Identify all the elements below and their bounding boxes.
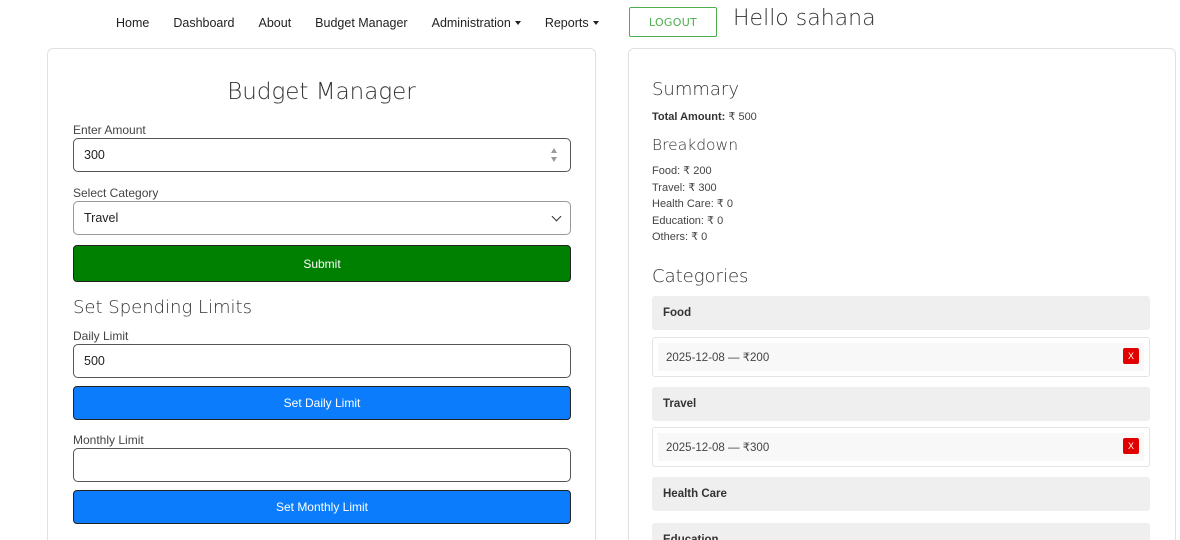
- logout-button[interactable]: LOGOUT: [629, 7, 717, 37]
- total-amount-value: ₹ 500: [728, 111, 757, 123]
- monthly-limit-input[interactable]: [73, 448, 571, 482]
- entry-text: 2025-12-08 — ₹200: [658, 343, 1144, 371]
- category-entry-food: 2025-12-08 — ₹200 X: [652, 337, 1150, 377]
- total-amount-label: Total Amount:: [652, 111, 726, 123]
- caret-down-icon: [592, 21, 599, 25]
- nav-reports-dropdown[interactable]: Reports: [545, 16, 599, 30]
- monthly-limit-label: Monthly Limit: [73, 433, 144, 447]
- nav-administration-label: Administration: [431, 16, 511, 30]
- user-greeting: Hello sahana: [733, 6, 876, 31]
- chevron-down-icon: [551, 211, 562, 222]
- amount-input[interactable]: 300: [73, 138, 571, 172]
- breakdown-title: Breakdown: [652, 136, 739, 154]
- submit-button[interactable]: Submit: [73, 245, 571, 282]
- category-header-education: Education: [652, 523, 1150, 540]
- category-select-value: Travel: [84, 211, 119, 225]
- entry-text: 2025-12-08 — ₹300: [658, 433, 1144, 461]
- amount-label: Enter Amount: [73, 123, 146, 137]
- set-daily-limit-button[interactable]: Set Daily Limit: [73, 386, 571, 420]
- delete-entry-button[interactable]: X: [1123, 438, 1139, 454]
- nav-budget-manager[interactable]: Budget Manager: [315, 16, 407, 30]
- breakdown-item-food: Food: ₹ 200: [652, 165, 712, 177]
- daily-limit-value: 500: [84, 354, 105, 368]
- nav-administration-dropdown[interactable]: Administration: [432, 16, 521, 30]
- category-header-health-care: Health Care: [652, 477, 1150, 511]
- breakdown-item-travel: Travel: ₹ 300: [652, 181, 717, 194]
- caret-down-icon: [514, 21, 521, 25]
- category-header-travel: Travel: [652, 387, 1150, 421]
- set-monthly-limit-button[interactable]: Set Monthly Limit: [73, 490, 571, 524]
- nav-reports-label: Reports: [544, 16, 589, 30]
- nav-dashboard[interactable]: Dashboard: [173, 16, 234, 30]
- total-amount: Total Amount: ₹ 500: [652, 109, 757, 126]
- number-spinner-icon[interactable]: [550, 148, 558, 162]
- category-label: Select Category: [73, 186, 159, 200]
- nav-links: Home Dashboard About Budget Manager Admi…: [116, 16, 623, 30]
- summary-card: Summary Total Amount: ₹ 500 Breakdown Fo…: [628, 48, 1176, 540]
- summary-title: Summary: [652, 79, 739, 100]
- navbar: Home Dashboard About Budget Manager Admi…: [0, 0, 1180, 46]
- nav-about[interactable]: About: [259, 16, 292, 30]
- nav-home[interactable]: Home: [116, 16, 149, 30]
- spending-limits-title: Set Spending Limits: [73, 297, 252, 318]
- daily-limit-input[interactable]: 500: [73, 344, 571, 378]
- categories-title: Categories: [652, 266, 749, 287]
- form-title: Budget Manager: [227, 79, 416, 105]
- budget-form-card: Budget Manager Enter Amount 300 Select C…: [47, 48, 596, 540]
- breakdown-item-education: Education: ₹ 0: [652, 214, 724, 227]
- category-entry-travel: 2025-12-08 — ₹300 X: [652, 427, 1150, 467]
- category-select[interactable]: Travel: [73, 201, 571, 235]
- breakdown-item-health-care: Health Care: ₹ 0: [652, 198, 733, 210]
- daily-limit-label: Daily Limit: [73, 329, 129, 343]
- breakdown-item-others: Others: ₹ 0: [652, 231, 708, 243]
- breakdown-list: Food: ₹ 200 Travel: ₹ 300 Health Care: ₹…: [652, 163, 733, 246]
- amount-input-value: 300: [84, 148, 105, 162]
- delete-entry-button[interactable]: X: [1123, 348, 1139, 364]
- category-header-food: Food: [652, 296, 1150, 330]
